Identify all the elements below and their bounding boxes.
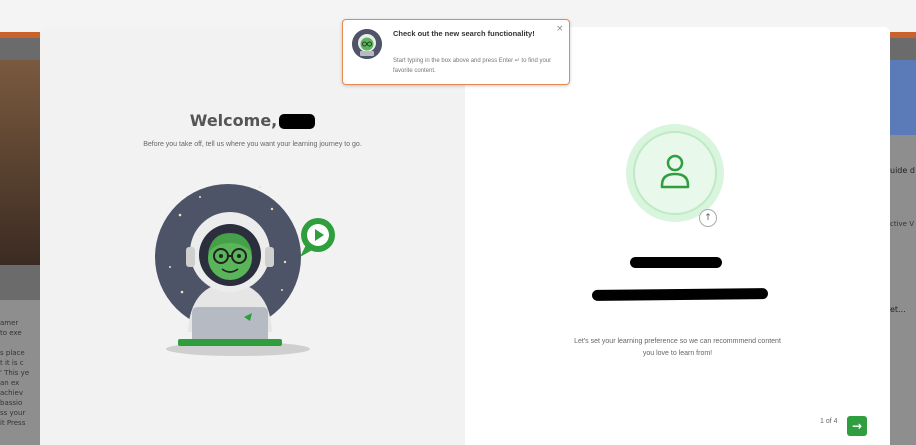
close-icon[interactable]: × (556, 24, 564, 34)
welcome-heading: Welcome, (40, 111, 465, 130)
background-left-text: amer to exe s place t it is c ' This ye … (0, 319, 30, 427)
tooltip-title: Check out the new search functionality! (393, 29, 535, 38)
mascot-avatar-icon (352, 29, 382, 59)
background-right-card-title: uide d Med (890, 166, 916, 175)
welcome-greeting: Welcome, (189, 111, 278, 130)
background-right-more: et... (890, 305, 906, 314)
welcome-pane: Welcome, Before you take off, tell us wh… (40, 27, 465, 445)
step-indicator: 1 of 4 (820, 418, 838, 425)
astronaut-illustration (155, 184, 335, 356)
learning-preference-text: Let's set your learning preference so we… (574, 338, 781, 357)
welcome-subtitle: Before you take off, tell us where you w… (143, 141, 362, 148)
search-feature-tooltip: Check out the new search functionality! … (342, 19, 570, 85)
redacted-user-name (279, 114, 316, 129)
redacted-user-name-line (630, 257, 722, 268)
upload-avatar-button[interactable]: ↑ (699, 209, 717, 227)
background-photo (0, 60, 40, 265)
user-icon (660, 154, 690, 189)
onboarding-modal: Welcome, Before you take off, tell us wh… (40, 27, 890, 445)
background-right-image (890, 60, 916, 135)
background-right-card-sub: ctive V (890, 220, 915, 228)
tooltip-body: Start typing in the box above and press … (393, 58, 552, 74)
redacted-user-detail-line (591, 288, 769, 301)
next-step-button[interactable]: → (847, 416, 867, 436)
profile-pane: ↑ Let's set your learning preference so … (465, 27, 890, 445)
